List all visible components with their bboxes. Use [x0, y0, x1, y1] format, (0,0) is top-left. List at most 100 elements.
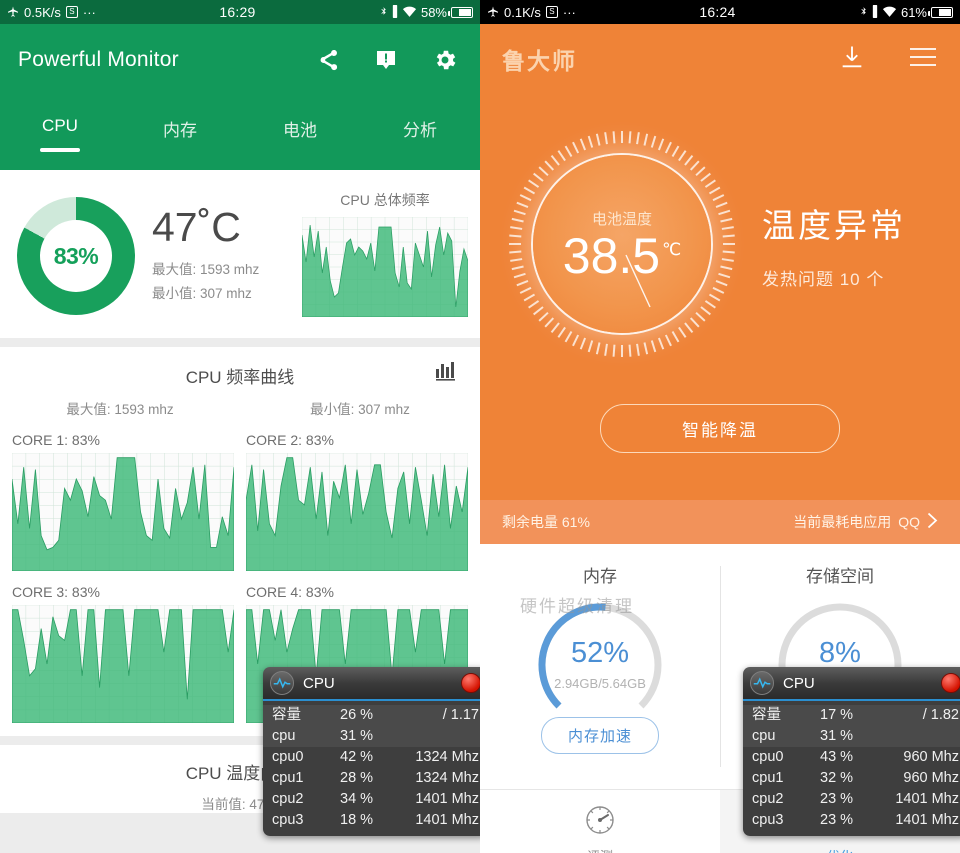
memory-gauge-chart: 52% 2.94GB/5.64GB: [517, 593, 683, 713]
cpu-overlay-row: cpu2 34 % 1401 Mhz: [263, 789, 480, 810]
core-2-chart: [245, 452, 469, 572]
smart-cooling-button-wrap: 智能降温: [480, 404, 960, 453]
storage-percent: 8%: [819, 637, 861, 669]
battery-temperature-panel: 鲁大师 电池温度 38.5 ℃ 温度异常 发热问题 10 个 智能降温 剩余电量…: [480, 24, 960, 544]
app-logo: 鲁大师: [502, 48, 577, 74]
storage-gauge-center: 8%: [757, 639, 923, 668]
screenshot-badge-icon: S: [65, 6, 78, 18]
left-title-bar: Powerful Monitor: [0, 24, 480, 96]
right-phone-ludashi: 0.1K/s S ··· 16:24 61% 鲁大师 电池温度 38.5 ℃ 温…: [480, 0, 960, 853]
memory-boost-button[interactable]: 内存加速: [540, 717, 659, 754]
row-extra: 1401 Mhz: [895, 791, 959, 807]
cpu-usage-donut-wrap: 83%: [0, 197, 152, 315]
status-right-group: 61%: [859, 4, 953, 20]
freq-max-label: 最大值: 1593 mhz: [66, 402, 174, 417]
row-extra: 1324 Mhz: [415, 749, 479, 765]
chevron-right-icon: [927, 512, 938, 532]
row-name: cpu3: [272, 812, 304, 828]
feedback-icon[interactable]: [374, 48, 398, 72]
wifi-icon: [402, 5, 417, 20]
settings-icon[interactable]: [432, 47, 458, 73]
bluetooth-icon: [859, 4, 868, 20]
row-name: cpu: [752, 728, 776, 744]
freq-min-label: 最小值: 307 mhz: [310, 402, 410, 417]
memory-gauge-center: 52% 2.94GB/5.64GB: [517, 639, 683, 692]
cpu-overlay-row: 容量 17 % / 1.82: [743, 705, 960, 726]
tab-memory[interactable]: 内存: [120, 108, 240, 141]
row-pct: 17 %: [820, 707, 854, 723]
cpu-freq-min-label: 最小值: 307 mhz: [152, 285, 252, 301]
status-left-group: 0.5K/s S ···: [7, 5, 96, 20]
battery-footer-bar[interactable]: 剩余电量 61% 当前最耗电应用 QQ: [480, 500, 960, 544]
sim-icon: [392, 4, 398, 20]
row-extra: [882, 726, 959, 747]
memory-title: 内存: [583, 567, 617, 586]
status-clock: 16:29: [219, 4, 256, 20]
cpu-overlay-title-right: CPU: [783, 674, 815, 692]
temperature-alert-block: 温度异常 发热问题 10 个: [756, 199, 960, 290]
row-pct: 34 %: [340, 791, 374, 807]
cpu-overlay-row: 容量 26 % / 1.17: [263, 705, 480, 726]
row-extra: / 1.17: [442, 707, 479, 723]
core-1-label: CORE 1: 83%: [12, 432, 100, 448]
top-power-app-group[interactable]: 当前最耗电应用 QQ: [793, 512, 938, 532]
nav-item-benchmark[interactable]: 评测: [480, 790, 720, 853]
tab-analysis[interactable]: 分析: [360, 108, 480, 141]
tab-cpu[interactable]: CPU: [0, 108, 120, 136]
airplane-icon: [7, 5, 19, 20]
cpu-usage-donut: 83%: [17, 197, 135, 315]
battery-percent-label: 61%: [900, 4, 927, 20]
core-4-label: CORE 4: 83%: [246, 584, 334, 600]
core-item: CORE 3: 83%: [11, 584, 240, 728]
cpu-overlay-titlebar-left[interactable]: CPU: [263, 667, 480, 701]
row-pct: 23 %: [820, 812, 854, 828]
row-name: cpu0: [272, 749, 304, 765]
row-name: cpu1: [272, 770, 304, 786]
cpu-overlay-row: cpu1 32 % 960 Mhz: [743, 768, 960, 789]
cpu-overall-frequency-panel: CPU 总体频率: [301, 190, 480, 322]
cpu-overlay-titlebar-right[interactable]: CPU: [743, 667, 960, 701]
cpu-overlay-title-left: CPU: [303, 674, 335, 692]
row-name: cpu1: [752, 770, 784, 786]
smart-cooling-button[interactable]: 智能降温: [600, 404, 840, 453]
pulse-icon: [750, 671, 774, 695]
right-title-bar: 鲁大师: [480, 24, 960, 94]
cpu-overlay-widget-right[interactable]: CPU 容量 17 % / 1.82 cpu 31 % cpu0 43 % 96…: [743, 667, 960, 836]
right-header-actions: [838, 43, 938, 76]
close-icon[interactable]: [461, 673, 480, 693]
status-left-group: 0.1K/s S ···: [487, 5, 576, 20]
row-name: cpu2: [752, 791, 784, 807]
battery-icon: [448, 6, 473, 18]
menu-icon[interactable]: [908, 46, 938, 73]
cpu-overlay-widget-left[interactable]: CPU 容量 26 % / 1.17 cpu 31 % cpu0 42 % 13…: [263, 667, 480, 836]
row-pct: 31 %: [340, 728, 374, 744]
row-extra: 1401 Mhz: [895, 812, 959, 828]
row-extra: 960 Mhz: [903, 749, 959, 765]
temperature-alert-title: 温度异常: [762, 206, 906, 244]
share-icon[interactable]: [316, 48, 340, 72]
screenshot-badge-icon: S: [545, 6, 558, 18]
sim-icon: [872, 4, 878, 20]
battery-icon: [928, 6, 953, 18]
nav-label-benchmark: 评测: [587, 846, 613, 853]
download-icon[interactable]: [838, 43, 866, 76]
cpu-overlay-rows-right: 容量 17 % / 1.82 cpu 31 % cpu0 43 % 960 Mh…: [743, 701, 960, 836]
nav-label-optimize: 优化: [827, 846, 853, 853]
close-icon[interactable]: [941, 673, 960, 693]
more-dots-icon: ···: [82, 4, 96, 20]
row-name: 容量: [272, 707, 301, 723]
bluetooth-icon: [379, 4, 388, 20]
wifi-icon: [882, 5, 897, 20]
memory-detail: 2.94GB/5.64GB: [554, 676, 646, 691]
tab-battery[interactable]: 电池: [240, 108, 360, 141]
row-extra: 1324 Mhz: [415, 770, 479, 786]
network-speed-label: 0.5K/s: [24, 4, 61, 20]
row-pct: 18 %: [340, 812, 374, 828]
pulse-icon: [270, 671, 294, 695]
row-name: cpu2: [272, 791, 304, 807]
row-pct: 23 %: [820, 791, 854, 807]
bar-chart-icon[interactable]: [436, 361, 458, 386]
row-pct: 43 %: [820, 749, 854, 765]
cpu-usage-donut-label: 83%: [40, 220, 112, 292]
cpu-overlay-row: cpu1 28 % 1324 Mhz: [263, 768, 480, 789]
